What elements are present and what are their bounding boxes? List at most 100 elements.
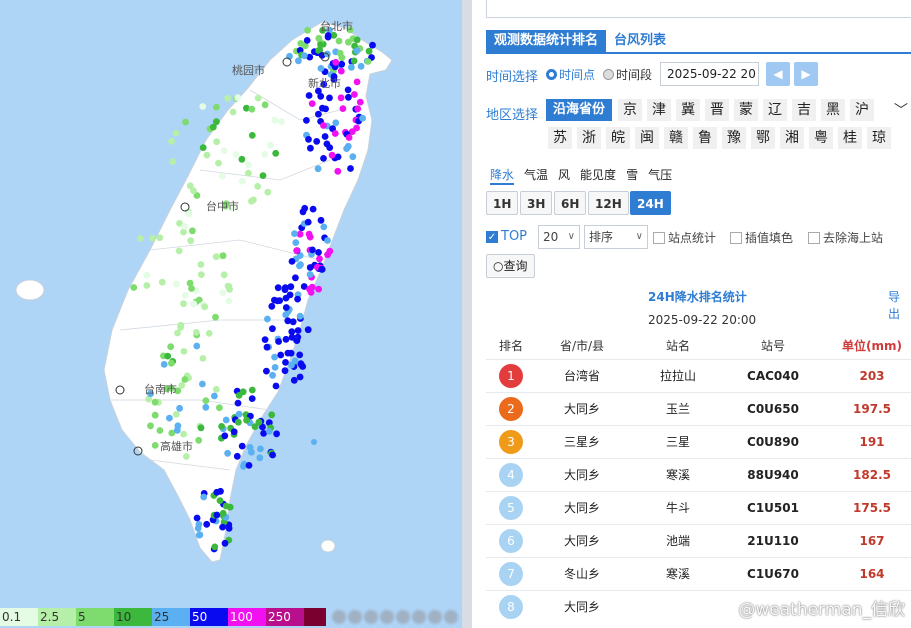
station-dot[interactable] [288,333,296,341]
station-dot[interactable] [324,237,331,244]
station-dot[interactable] [158,278,166,286]
station-dot[interactable] [265,428,273,435]
station-dot[interactable] [172,129,180,137]
region-button[interactable]: 鄂 [751,127,775,149]
station-dot[interactable] [193,342,201,350]
station-dot[interactable] [211,392,218,400]
station-dot[interactable] [130,284,138,291]
region-button[interactable]: 琼 [867,127,891,149]
region-button[interactable]: 蒙 [734,99,758,121]
station-dot[interactable] [296,373,304,381]
prev-time-button[interactable]: ◀ [766,62,790,86]
precipitation-map[interactable]: 台北市 桃园市 新北市 台中市 台南市 高雄市 0.1 2.5 5 10 25 … [0,0,462,628]
region-button[interactable]: 湘 [780,127,804,149]
station-dot[interactable] [238,155,246,163]
station-dot[interactable] [221,432,229,440]
station-dot[interactable] [259,172,267,180]
station-dot[interactable] [189,227,196,235]
hour-button-6h[interactable]: 6H [554,191,587,215]
table-row[interactable]: 5 大同乡 牛斗 C1U501 175.5 [486,490,911,524]
station-dot[interactable] [275,338,282,345]
station-dot[interactable] [147,422,154,430]
tab-stats-ranking[interactable]: 观测数据统计排名 [486,30,607,52]
date-input[interactable]: 2025-09-22 20 [660,62,759,86]
station-dot[interactable] [269,451,276,459]
station-dot[interactable] [248,197,255,205]
station-dot[interactable] [177,321,185,329]
station-dot[interactable] [345,93,352,101]
station-dot[interactable] [256,454,264,462]
station-dot[interactable] [248,105,256,113]
station-dot[interactable] [357,62,365,70]
station-dot[interactable] [248,395,256,402]
station-dot[interactable] [190,187,197,195]
station-dot[interactable] [326,94,333,102]
station-dot[interactable] [233,452,241,460]
station-dot[interactable] [174,329,181,337]
station-dot[interactable] [215,159,222,167]
station-dot[interactable] [308,283,316,291]
station-dot[interactable] [151,398,159,406]
station-dot[interactable] [212,313,219,321]
station-dot[interactable] [199,355,207,362]
station-dot[interactable] [219,523,227,531]
table-row[interactable]: 6 大同乡 池端 21U110 167 [486,523,911,557]
station-dot[interactable] [320,223,328,231]
station-dot[interactable] [316,255,323,263]
region-button[interactable]: 辽 [763,99,787,121]
station-dot[interactable] [195,436,203,444]
station-dot[interactable] [199,144,207,152]
station-dot[interactable] [282,359,289,366]
top-checkbox[interactable]: ✓ TOP [486,229,527,244]
station-dot[interactable] [349,153,357,161]
station-dot[interactable] [271,364,279,371]
station-dot[interactable] [294,295,301,303]
station-dot[interactable] [299,363,307,370]
station-dot[interactable] [328,151,336,159]
station-dot[interactable] [255,418,263,426]
station-dot[interactable] [292,239,300,247]
region-button[interactable]: 桂 [838,127,862,149]
station-dot[interactable] [339,105,347,112]
station-dot[interactable] [234,94,242,102]
station-dot[interactable] [365,47,373,55]
station-dot[interactable] [305,136,312,143]
station-dot[interactable] [264,315,271,323]
station-dot[interactable] [292,274,299,282]
station-dot[interactable] [336,49,344,57]
station-dot[interactable] [193,329,200,336]
station-dot[interactable] [359,114,366,122]
station-dot[interactable] [225,524,233,532]
station-dot[interactable] [221,539,229,547]
station-dot[interactable] [200,493,208,501]
station-dot[interactable] [350,57,358,65]
hour-button-24h[interactable]: 24H [630,191,671,215]
station-dot[interactable] [182,118,190,126]
station-dot[interactable] [315,249,322,256]
station-dot[interactable] [225,297,233,305]
station-dot[interactable] [176,404,184,412]
station-dot[interactable] [326,144,334,152]
station-dot[interactable] [245,169,252,177]
station-dot[interactable] [331,130,339,137]
region-button[interactable]: 沪 [850,99,874,121]
hour-button-3h[interactable]: 3H [520,191,553,215]
station-dot[interactable] [213,138,221,146]
station-dot[interactable] [294,327,302,334]
station-dot[interactable] [337,67,345,75]
station-dot[interactable] [168,359,175,367]
station-dot[interactable] [353,124,360,132]
station-dot[interactable] [347,165,354,172]
station-dot[interactable] [320,155,327,162]
station-dot[interactable] [229,108,237,116]
station-dot[interactable] [343,145,350,153]
station-dot[interactable] [238,442,246,450]
region-button[interactable]: 粤 [809,127,833,149]
station-dot[interactable] [314,165,322,173]
station-dot[interactable] [274,297,281,305]
station-dot[interactable] [309,205,317,213]
station-dot[interactable] [199,103,207,110]
element-tab-wind[interactable]: 风 [558,166,570,185]
station-dot[interactable] [195,531,203,539]
station-dot[interactable] [212,386,220,393]
